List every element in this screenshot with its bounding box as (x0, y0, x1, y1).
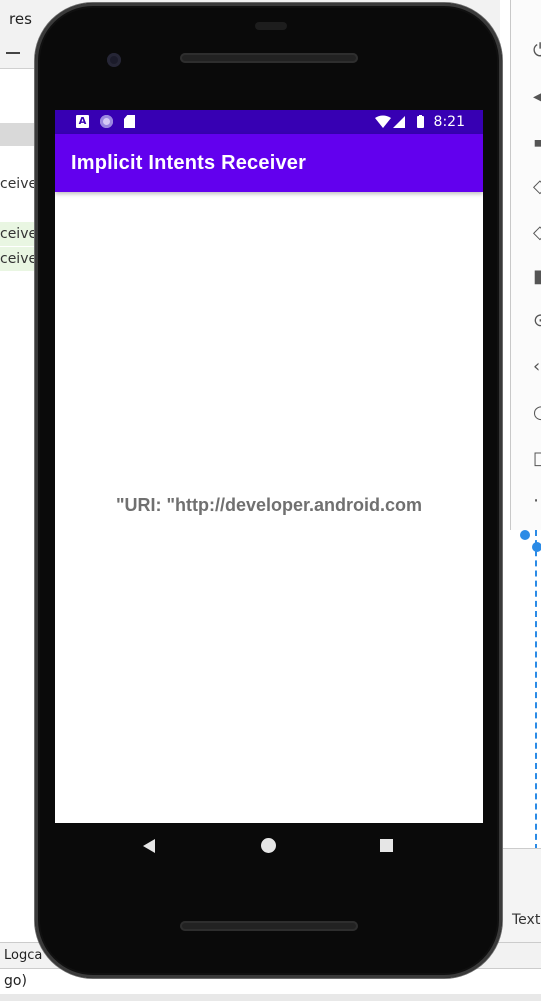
zoom-icon[interactable]: ⊙ (533, 310, 541, 332)
ide-tab-label: res (9, 10, 32, 28)
app-bar: Implicit Intents Receiver (55, 134, 483, 192)
emulator-toolbar: ⏻ ◀ ▬ ◇ ◇ ■ ⊙ ‹ ○ □ ⋯ (510, 0, 541, 530)
bottom-speaker (180, 921, 358, 931)
signal-icons (375, 115, 424, 128)
phone-screen: A 8:21 Implicit Intents Receiver "URI: "… (55, 110, 483, 823)
status-bar: A 8:21 (55, 110, 483, 134)
camera-icon[interactable]: ■ (533, 266, 541, 288)
back-icon[interactable]: ‹ (533, 356, 541, 378)
volume-down-icon[interactable]: ▬ (533, 132, 541, 154)
layout-guide-line (535, 530, 541, 850)
battery-icon (417, 116, 424, 128)
sensor (255, 22, 287, 30)
top-speaker (180, 53, 358, 63)
wifi-icon (375, 115, 391, 128)
home-icon[interactable] (261, 838, 276, 853)
status-text: go) (4, 973, 27, 989)
front-camera-icon (107, 53, 121, 67)
ide-bottom-edge (0, 994, 541, 1001)
text-tab[interactable]: Text (512, 912, 540, 928)
more-icon[interactable]: ⋯ (533, 490, 541, 512)
layout-handle[interactable] (532, 542, 541, 552)
volume-up-icon[interactable]: ◀ (533, 86, 541, 108)
sync-icon (100, 115, 113, 128)
back-icon[interactable] (143, 839, 155, 853)
sd-card-icon (124, 115, 135, 128)
phone-frame: A 8:21 Implicit Intents Receiver "URI: "… (35, 3, 502, 978)
rotate-left-icon[interactable]: ◇ (533, 176, 541, 198)
notification-a-icon: A (76, 115, 89, 128)
app-title: Implicit Intents Receiver (71, 152, 307, 174)
logcat-tab[interactable]: Logca (4, 948, 42, 963)
status-time: 8:21 (433, 114, 465, 130)
home-icon[interactable]: ○ (533, 402, 541, 424)
layout-handle[interactable] (520, 530, 530, 540)
recents-icon[interactable] (380, 839, 393, 852)
minimize-icon[interactable] (6, 52, 20, 54)
uri-text: "URI: "http://developer.android.com (115, 495, 423, 515)
overview-icon[interactable]: □ (533, 448, 541, 470)
power-icon[interactable]: ⏻ (533, 40, 541, 62)
cell-signal-icon (393, 116, 405, 128)
ide-right-lower (500, 848, 541, 943)
rotate-right-icon[interactable]: ◇ (533, 222, 541, 244)
navigation-bar (55, 823, 483, 873)
